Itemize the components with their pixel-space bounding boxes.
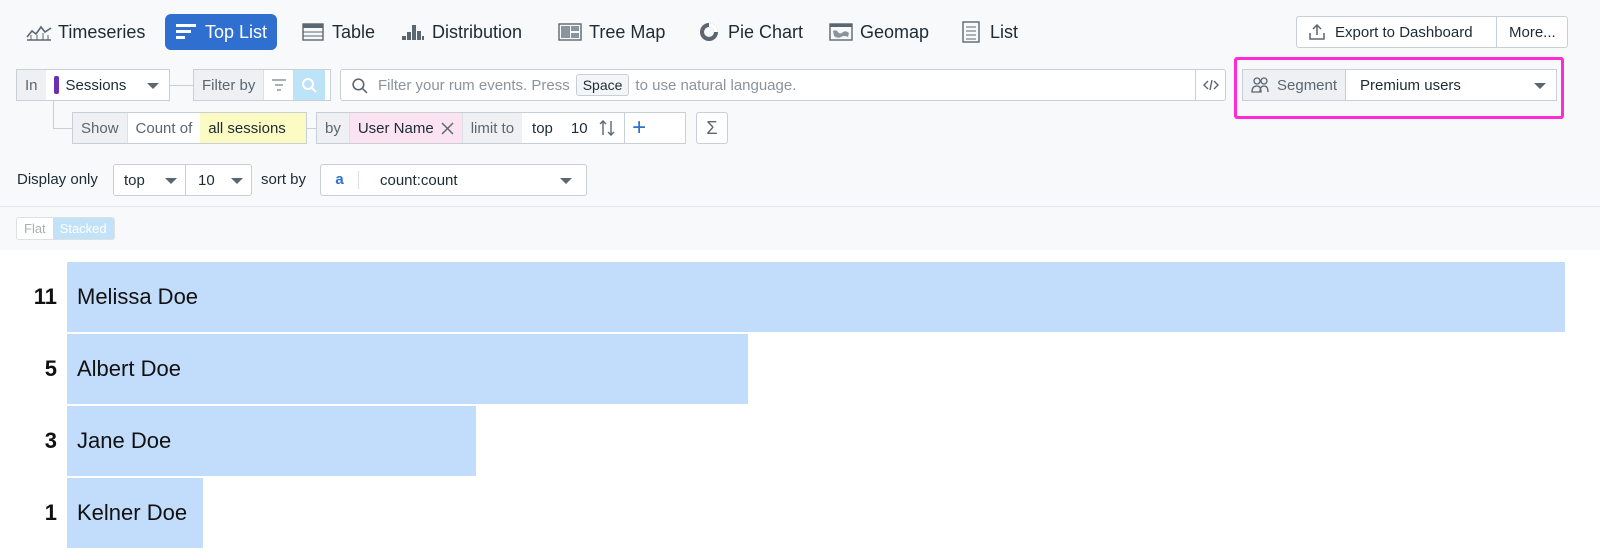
chevron-down-icon	[560, 178, 572, 184]
search-input[interactable]: Filter your rum events. Press Space to u…	[340, 69, 1226, 101]
add-group-button[interactable]: +	[623, 113, 654, 143]
timeseries-icon	[26, 21, 52, 43]
tab-distribution[interactable]: Distribution	[396, 14, 532, 50]
count-of-label: Count of	[126, 113, 201, 143]
chevron-down-icon	[231, 178, 243, 184]
more-label: More...	[1509, 23, 1556, 41]
tab-label: Pie Chart	[728, 21, 804, 42]
tab-tree-map[interactable]: Tree Map	[553, 14, 675, 50]
query-letter-badge: a	[321, 171, 359, 189]
stack-toggle: Flat Stacked	[16, 217, 115, 240]
export-icon	[1309, 23, 1325, 41]
search-placeholder-suffix: to use natural language.	[635, 76, 797, 94]
bar-value: 1	[44, 500, 57, 525]
measure-group: Show Count of all sessions	[72, 112, 307, 144]
sort-order-icon[interactable]	[598, 119, 616, 137]
filter-icon[interactable]	[263, 70, 293, 100]
tab-pie-chart[interactable]: Pie Chart	[692, 14, 813, 50]
distribution-icon	[400, 21, 426, 43]
show-label: Show	[73, 113, 127, 143]
export-label: Export to Dashboard	[1335, 23, 1473, 41]
filter-by-label: Filter by	[194, 70, 264, 100]
tab-list[interactable]: List	[954, 14, 1028, 50]
chevron-down-icon	[165, 178, 177, 184]
search-placeholder: Filter your rum events. Press	[378, 76, 570, 94]
sort-by-label: sort by	[261, 171, 307, 188]
tab-timeseries[interactable]: Timeseries	[22, 14, 155, 50]
source-value: Sessions	[65, 76, 127, 94]
tab-label: Distribution	[432, 21, 523, 42]
limit-to-label: limit to	[461, 113, 523, 143]
connector-line	[53, 128, 73, 129]
bar-value: 5	[44, 356, 57, 381]
table-icon	[300, 21, 326, 43]
treemap-icon	[557, 21, 583, 43]
divider	[0, 206, 1600, 207]
display-count-select[interactable]: 10	[186, 165, 251, 195]
flat-option[interactable]: Flat	[17, 218, 53, 239]
tab-top-list[interactable]: Top List	[165, 14, 278, 50]
group-by-value: User Name	[357, 119, 434, 137]
limit-number[interactable]: 10	[565, 120, 598, 137]
export-to-dashboard-button[interactable]: Export to Dashboard	[1296, 16, 1497, 48]
bar-label: Melissa Doe	[77, 284, 199, 309]
display-top-value: top	[124, 171, 145, 189]
tab-label: Timeseries	[58, 21, 146, 42]
top-list-chart: Melissa Doe 11 Albert Doe 5 Jane Doe 3 Kelner …	[0, 258, 1600, 558]
group-by-group: by User Name limit to top 10 +	[316, 112, 686, 144]
tab-label: Geomap	[860, 21, 930, 42]
display-only-label: Display only	[17, 171, 98, 188]
tab-label: Top List	[205, 21, 268, 42]
bar-label: Albert Doe	[77, 356, 181, 381]
bar-value: 3	[44, 428, 57, 453]
toplist-icon	[173, 21, 199, 43]
by-label: by	[317, 113, 349, 143]
tab-table[interactable]: Table	[296, 14, 385, 50]
list-icon	[958, 21, 984, 43]
filter-by-group: Filter by	[193, 69, 331, 101]
in-label: In	[17, 70, 46, 100]
more-button[interactable]: More...	[1496, 16, 1568, 48]
bar-label: Jane Doe	[77, 428, 172, 453]
chevron-down-icon	[147, 83, 159, 89]
stacked-option[interactable]: Stacked	[52, 218, 114, 239]
sort-by-select[interactable]: a count:count	[320, 164, 587, 196]
bar[interactable]	[67, 262, 1565, 332]
geomap-icon	[828, 21, 854, 43]
measure-select[interactable]: all sessions	[200, 113, 306, 143]
tab-label: Table	[332, 21, 376, 42]
display-top-select[interactable]: top	[114, 165, 186, 195]
bar-label: Kelner Doe	[77, 500, 188, 525]
display-count-value: 10	[198, 171, 215, 189]
connector-line	[53, 101, 54, 128]
segment-highlight-annotation	[1234, 57, 1564, 119]
space-key-badge: Space	[575, 74, 630, 96]
formula-button[interactable]: Σ	[696, 112, 728, 144]
search-icon[interactable]	[293, 70, 326, 100]
sort-field-value: count:count	[380, 171, 458, 189]
display-limit-select: top 10	[113, 164, 252, 196]
tab-label: List	[990, 21, 1019, 42]
data-source-select[interactable]: In Sessions	[16, 69, 170, 101]
piechart-icon	[696, 21, 722, 43]
group-by-tag[interactable]: User Name	[348, 113, 462, 143]
bar-value: 11	[33, 284, 57, 309]
source-marker	[53, 76, 59, 94]
code-toggle-button[interactable]	[1195, 70, 1225, 100]
connector-line	[170, 85, 194, 86]
close-icon[interactable]	[441, 122, 454, 135]
search-icon	[351, 77, 368, 94]
tab-geomap[interactable]: Geomap	[824, 14, 939, 50]
tab-label: Tree Map	[589, 21, 666, 42]
limit-direction[interactable]: top	[522, 120, 565, 137]
